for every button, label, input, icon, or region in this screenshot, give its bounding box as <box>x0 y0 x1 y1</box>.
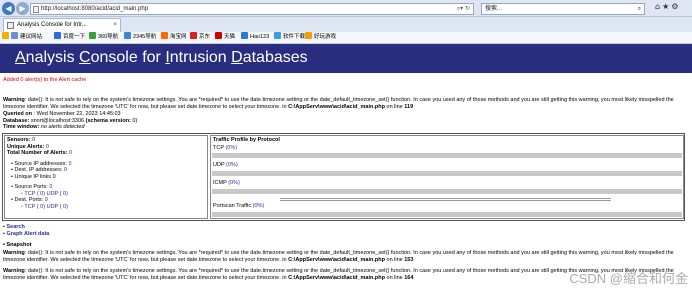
dest-ip-link[interactable]: 0 <box>64 167 67 173</box>
search-input[interactable]: 搜索... ⌕ <box>481 3 645 15</box>
search-icon[interactable]: ⌕ <box>638 4 641 14</box>
favorite-icon <box>89 32 96 39</box>
search-dropdown-icon[interactable]: ⌕▾ <box>457 5 463 12</box>
favorite-item[interactable]: 淘宝网 <box>161 32 187 43</box>
dest-udp-link[interactable]: UDP ( 0) <box>47 204 68 210</box>
favorite-item[interactable]: 软件下载 <box>274 32 305 43</box>
url-input[interactable]: http://localhost:8080/acid/acid_main.php… <box>30 3 474 15</box>
browser-tab[interactable]: Analysis Console for Intr... × <box>3 18 121 32</box>
icmp-row: ICMP (0%) <box>213 180 240 186</box>
favorite-icon <box>274 32 281 39</box>
udp-bar <box>212 171 682 176</box>
favorite-icon <box>161 32 168 39</box>
refresh-icon[interactable]: ↻ <box>465 5 470 12</box>
icmp-percent-link[interactable]: (0%) <box>228 180 240 186</box>
url-controls[interactable]: ⌕▾ ↻ <box>457 4 470 14</box>
page-title: Analysis Console for Intrusion Databases <box>15 49 308 66</box>
graph-link-row: • Graph Alert data <box>3 230 50 237</box>
favorite-item[interactable]: 2345导航 <box>124 32 156 43</box>
favorite-icon <box>241 32 248 39</box>
favorites-star-icon[interactable] <box>2 32 11 43</box>
portscan-bar <box>212 212 682 217</box>
favorite-item[interactable]: 百度一下 <box>54 32 85 43</box>
portscan-separator-bottom <box>280 200 611 201</box>
toolbar-icons: ⌂★⚙ <box>655 2 680 11</box>
favorite-icon <box>215 32 222 39</box>
page-icon <box>33 6 39 13</box>
icmp-bar <box>212 189 682 194</box>
graph-alert-link[interactable]: Graph Alert data <box>6 231 49 237</box>
settings-icon[interactable]: ⚙ <box>671 2 680 11</box>
favorite-item[interactable]: 好玩游戏 <box>305 32 336 43</box>
source-ip-link[interactable]: 0 <box>68 161 71 167</box>
dest-ports-link[interactable]: 0 <box>45 197 48 203</box>
search-link[interactable]: Search <box>6 224 24 230</box>
dest-ports-detail: ◦ TCP ( 0) UDP ( 0) <box>21 203 68 210</box>
portscan-separator-top <box>280 198 611 199</box>
close-icon[interactable]: × <box>113 19 117 32</box>
back-icon[interactable]: ◀ <box>2 2 15 15</box>
page-banner: Analysis Console for Intrusion Databases <box>0 44 692 73</box>
favorite-item[interactable]: 京东 <box>190 32 210 43</box>
favorite-item[interactable]: 360导航 <box>89 32 118 43</box>
total-alerts-link[interactable]: 0 <box>69 150 72 156</box>
traffic-profile-title: Traffic Profile by Protocol <box>213 137 280 143</box>
sensors-link[interactable]: 0 <box>32 137 35 143</box>
favorite-item[interactable]: 天猫 <box>215 32 235 43</box>
tab-strip: Analysis Console for Intr... × <box>0 17 692 32</box>
favorite-icon <box>11 32 18 39</box>
favorites-icon[interactable]: ★ <box>662 2 671 11</box>
unique-alerts-link[interactable]: 0 <box>46 144 49 150</box>
portscan-row: Portscan Traffic (0%) <box>213 203 265 209</box>
search-placeholder: 搜索... <box>485 6 503 12</box>
timezone-warning-2: Warning: date(): It is not safe to rely … <box>3 250 674 263</box>
timezone-warning: Warning: date(): It is not safe to rely … <box>3 97 674 110</box>
alert-cache-message: Added 0 alert(s) to the Alert cache <box>3 77 87 83</box>
favorite-item[interactable]: 建议网站 <box>11 32 42 43</box>
source-udp-link[interactable]: UDP ( 0) <box>47 191 68 197</box>
alert-summary: Sensors: 0 Unique Alerts: 0 Total Number… <box>4 135 208 219</box>
watermark: CSDN @缩合和何金 <box>569 271 688 286</box>
portscan-percent-link[interactable]: (0%) <box>253 203 265 209</box>
favorites-bar: 建议网站 百度一下 360导航 2345导航 淘宝网 京东 天猫 Hao123 … <box>0 32 692 44</box>
action-links: • Search • Graph Alert data <box>3 224 49 238</box>
search-link-row: • Search <box>3 224 25 230</box>
favorite-item[interactable]: Hao123 <box>241 32 269 43</box>
tab-title: Analysis Console for Intr... <box>17 22 87 28</box>
dest-tcp-link[interactable]: TCP ( 0) <box>24 204 45 210</box>
source-tcp-link[interactable]: TCP ( 0) <box>24 191 45 197</box>
udp-row: UDP (0%) <box>213 162 238 168</box>
tcp-bar <box>212 153 682 158</box>
favorite-icon <box>305 32 312 39</box>
tcp-percent-link[interactable]: (0%) <box>225 145 237 151</box>
favorite-icon <box>190 32 197 39</box>
time-window: Time window: no alerts detected <box>3 124 85 130</box>
tcp-row: TCP (0%) <box>213 145 238 151</box>
udp-percent-link[interactable]: (0%) <box>226 162 238 168</box>
favorite-icon <box>54 32 61 39</box>
favorite-icon <box>124 32 131 39</box>
url-text: http://localhost:8080/acid/acid_main.php <box>41 6 149 12</box>
forward-icon[interactable]: ▶ <box>16 2 29 15</box>
stats-table: Sensors: 0 Unique Alerts: 0 Total Number… <box>2 133 685 221</box>
source-ports-link[interactable]: 0 <box>49 184 52 190</box>
traffic-profile: Traffic Profile by Protocol TCP (0%) UDP… <box>210 135 684 219</box>
snapshot-heading: • Snapshot <box>3 242 32 248</box>
tab-page-icon <box>7 22 14 29</box>
address-bar-row: ◀ ▶ http://localhost:8080/acid/acid_main… <box>0 0 692 17</box>
